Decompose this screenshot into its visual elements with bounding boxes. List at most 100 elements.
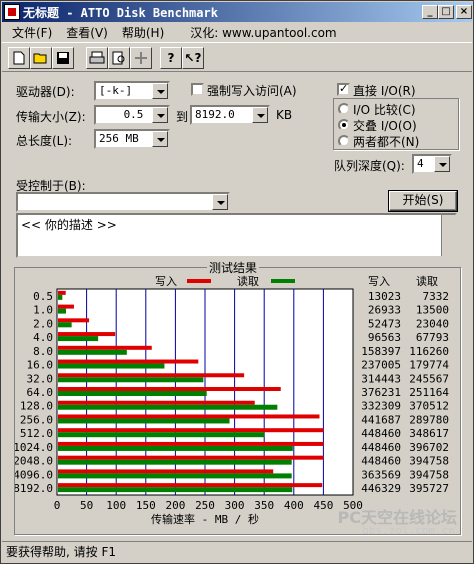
col-read-header: 读取 bbox=[416, 274, 438, 288]
help-icon[interactable]: ? bbox=[160, 47, 182, 69]
y-tick-label: 32.0 bbox=[27, 372, 54, 385]
app-icon bbox=[4, 4, 20, 20]
app-window: 无标题 - ATTO Disk Benchmark _ □ × 文件(F) 查看… bbox=[0, 0, 474, 564]
y-tick-label: 64.0 bbox=[27, 386, 54, 399]
transfer-to-select[interactable]: 8192.0 bbox=[190, 105, 270, 125]
open-icon[interactable] bbox=[30, 47, 52, 69]
y-tick-label: 1024.0 bbox=[15, 441, 53, 454]
value-read: 289780 bbox=[409, 413, 449, 426]
queue-depth-select[interactable]: 4 bbox=[412, 154, 452, 174]
x-tick-label: 350 bbox=[254, 499, 274, 512]
menu-view[interactable]: 查看(V) bbox=[66, 24, 108, 41]
value-read: 179774 bbox=[409, 359, 449, 372]
value-read: 395727 bbox=[409, 482, 449, 495]
radio-overlap-label: 交叠 I/O(O) bbox=[353, 119, 417, 133]
bar-read bbox=[58, 349, 127, 355]
legend-read-label: 读取 bbox=[237, 274, 259, 288]
new-icon[interactable] bbox=[8, 47, 30, 69]
value-write: 448460 bbox=[361, 427, 401, 440]
watermark-url: bbs.zol.com.cn bbox=[362, 524, 455, 537]
bar-write bbox=[58, 373, 245, 378]
controlled-by-select[interactable] bbox=[16, 192, 230, 212]
x-axis-label: 传输速率 - MB / 秒 bbox=[151, 512, 259, 526]
bar-read bbox=[58, 391, 207, 396]
x-tick-label: 150 bbox=[136, 499, 156, 512]
results-chart: 0 50 100 150 200 250 300 350 400 450 500 传输速率 - MB … bbox=[13, 271, 460, 533]
chart-svg: 0 50 100 150 200 250 300 350 400 450 500传输速率 - MB … bbox=[13, 274, 450, 526]
menu-bar: 文件(F) 查看(V) 帮助(H) 汉化: www.upantool.com bbox=[2, 22, 472, 42]
drive-value: [-k-] bbox=[99, 84, 133, 97]
y-tick-label: 4.0 bbox=[33, 331, 53, 344]
chevron-down-icon bbox=[434, 156, 450, 172]
context-help-icon[interactable]: ↖? bbox=[182, 47, 204, 69]
title-bar[interactable]: 无标题 - ATTO Disk Benchmark _ □ × bbox=[2, 2, 472, 22]
y-tick-label: 1.0 bbox=[33, 304, 53, 317]
radio-overlap[interactable] bbox=[338, 119, 350, 131]
maximize-button[interactable]: □ bbox=[438, 5, 454, 19]
value-read: 396702 bbox=[409, 441, 449, 454]
print-preview-icon[interactable] bbox=[108, 47, 130, 69]
transfer-from-select[interactable]: 0.5 bbox=[94, 105, 170, 125]
bar-write bbox=[58, 483, 323, 488]
drive-select[interactable]: [-k-] bbox=[94, 81, 170, 101]
x-tick-label: 50 bbox=[80, 499, 93, 512]
description-textarea[interactable]: << 你的描述 >> bbox=[16, 213, 457, 258]
value-write: 158397 bbox=[361, 345, 401, 358]
bar-write bbox=[58, 345, 152, 350]
crosshair-icon[interactable] bbox=[130, 47, 152, 69]
direct-io-checkbox[interactable] bbox=[337, 82, 350, 96]
value-write: 96563 bbox=[368, 331, 401, 344]
value-read: 7332 bbox=[423, 290, 450, 303]
total-length-select[interactable]: 256 MB bbox=[94, 129, 170, 149]
toolbar: ? ↖? bbox=[2, 42, 472, 72]
to-label: 到 bbox=[176, 110, 189, 124]
x-tick-label: 100 bbox=[106, 499, 126, 512]
radio-io-compare[interactable] bbox=[338, 103, 350, 115]
save-icon[interactable] bbox=[52, 47, 74, 69]
value-write: 448460 bbox=[361, 441, 401, 454]
radio-neither[interactable] bbox=[338, 135, 350, 147]
value-read: 245567 bbox=[409, 372, 449, 385]
bar-write bbox=[58, 441, 324, 446]
y-tick-label: 2048.0 bbox=[15, 455, 53, 468]
bar-read bbox=[58, 377, 204, 383]
value-write: 376231 bbox=[361, 386, 401, 399]
bar-read bbox=[58, 487, 293, 493]
close-button[interactable]: × bbox=[456, 5, 472, 19]
radio-io-compare-label: I/O 比较(C) bbox=[353, 103, 416, 117]
legend-write-label: 写入 bbox=[155, 275, 177, 288]
value-write: 13023 bbox=[368, 290, 401, 303]
print-icon[interactable] bbox=[86, 47, 108, 69]
menu-help[interactable]: 帮助(H) bbox=[122, 24, 164, 41]
total-length-label: 总长度(L): bbox=[16, 134, 73, 148]
value-read: 13500 bbox=[416, 304, 449, 317]
y-tick-label: 8192.0 bbox=[15, 482, 53, 495]
y-tick-label: 8.0 bbox=[33, 345, 53, 358]
bar-write bbox=[58, 332, 116, 337]
status-bar: 要获得帮助, 请按 F1 bbox=[2, 541, 472, 563]
minimize-button[interactable]: _ bbox=[422, 5, 438, 19]
x-tick-label: 0 bbox=[54, 499, 61, 512]
force-write-checkbox[interactable] bbox=[191, 83, 204, 96]
y-tick-label: 4096.0 bbox=[15, 468, 53, 481]
bar-write bbox=[58, 290, 66, 295]
menu-file[interactable]: 文件(F) bbox=[12, 24, 52, 41]
value-read: 251164 bbox=[409, 386, 449, 399]
value-write: 363569 bbox=[361, 468, 401, 481]
chevron-down-icon bbox=[212, 194, 228, 210]
bar-write bbox=[58, 318, 90, 323]
direct-io-label: 直接 I/O(R) bbox=[353, 84, 416, 98]
description-scrollbar[interactable] bbox=[441, 215, 455, 256]
bar-write bbox=[58, 428, 324, 433]
x-tick-label: 250 bbox=[195, 499, 215, 512]
bar-read bbox=[58, 459, 292, 465]
value-write: 26933 bbox=[368, 304, 401, 317]
start-button[interactable]: 开始(S) bbox=[388, 190, 458, 212]
chevron-down-icon bbox=[252, 107, 268, 123]
value-write: 332309 bbox=[361, 400, 401, 413]
y-tick-label: 512.0 bbox=[20, 427, 53, 440]
bar-read bbox=[58, 308, 66, 314]
bar-read bbox=[58, 445, 293, 451]
x-tick-label: 300 bbox=[225, 499, 245, 512]
queue-depth-label: 队列深度(Q): bbox=[334, 159, 405, 173]
